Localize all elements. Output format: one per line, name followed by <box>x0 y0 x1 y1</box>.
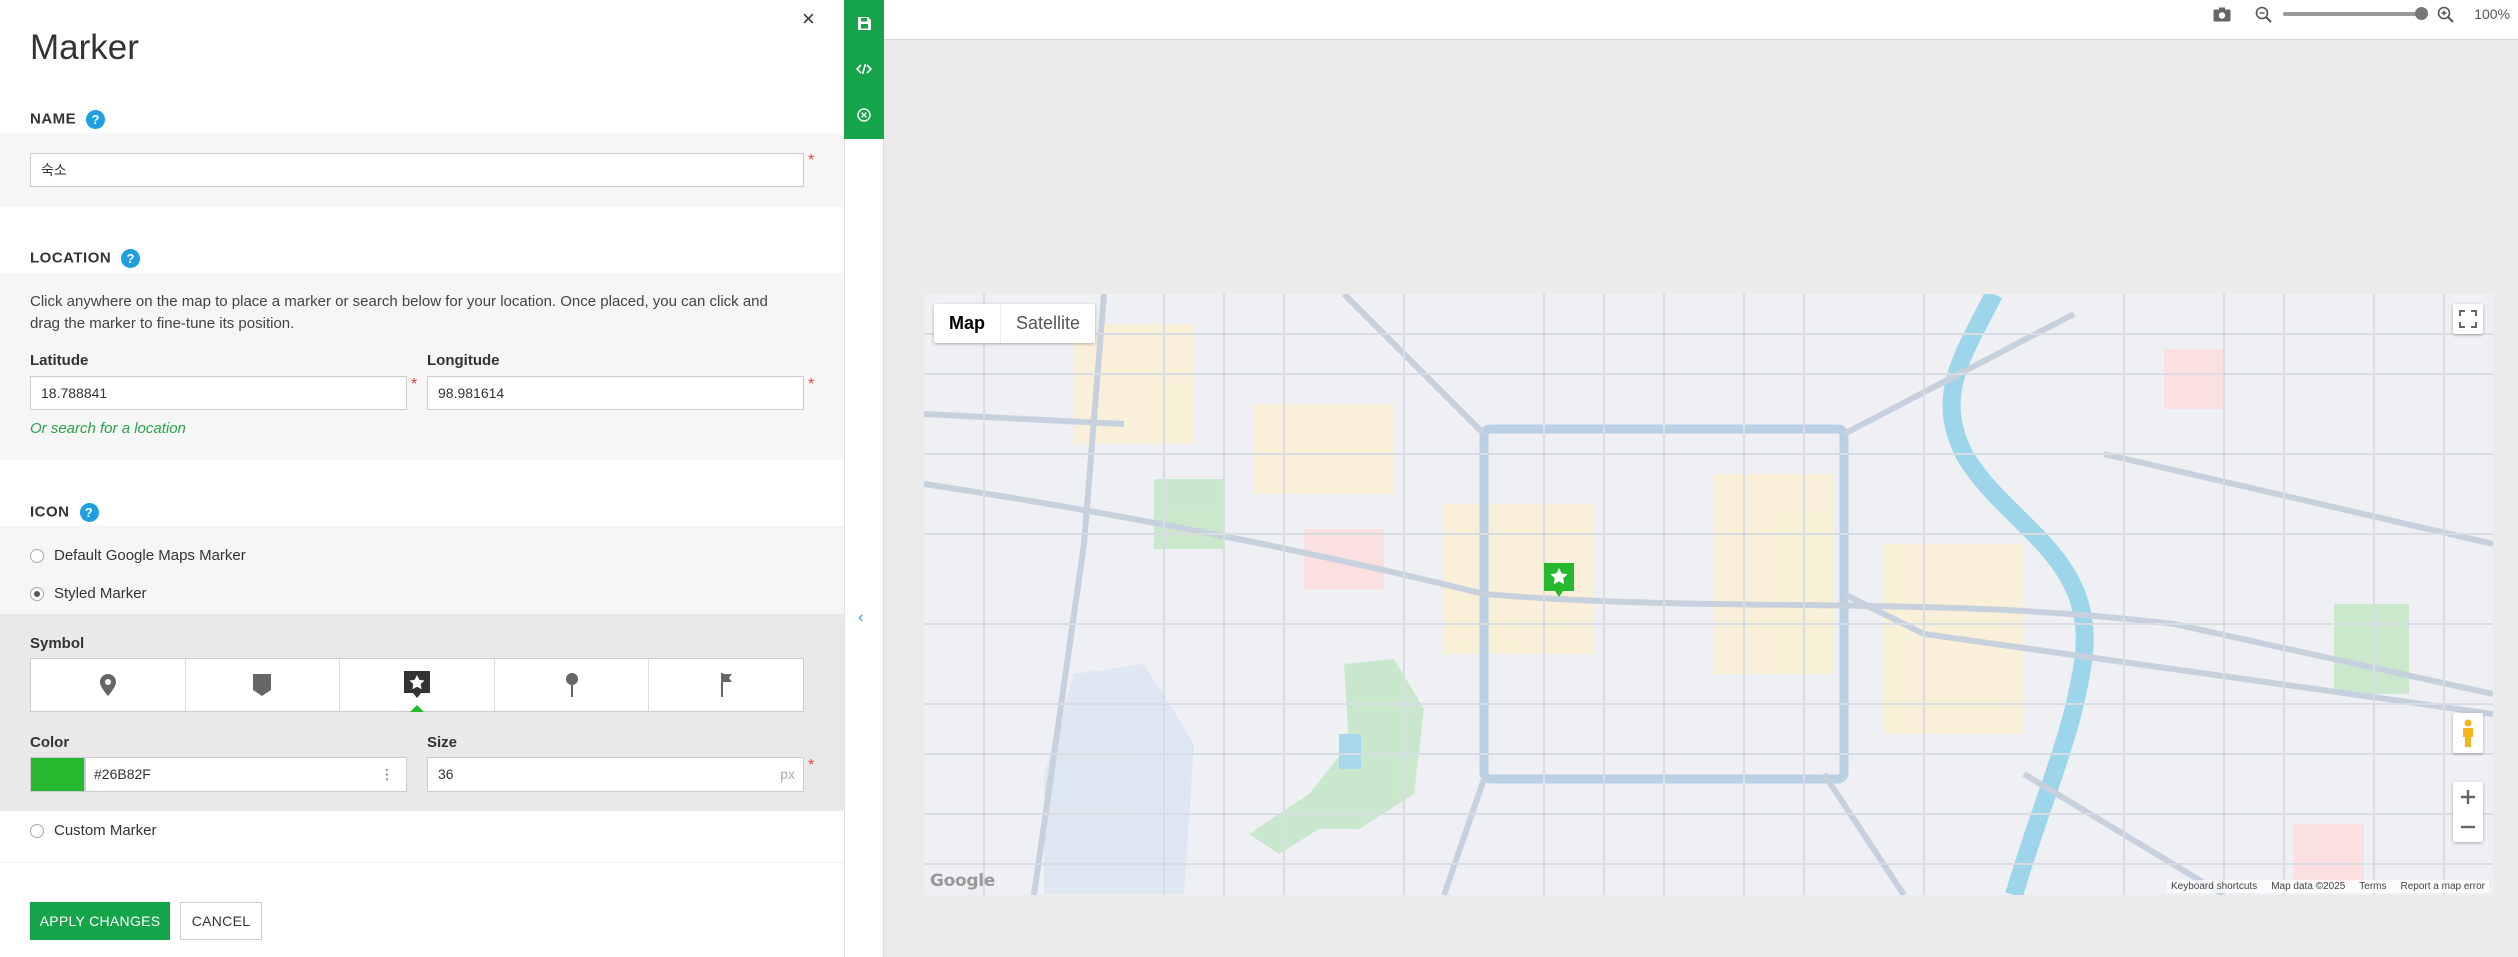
fullscreen-icon <box>2459 310 2477 328</box>
collapse-panel-bar[interactable]: ‹ <box>844 139 884 957</box>
latitude-input[interactable]: 18.788841 <box>30 376 407 410</box>
icon-section-label: ICON? <box>30 503 99 522</box>
required-marker: * <box>808 152 815 169</box>
terms-link[interactable]: Terms <box>2359 881 2386 892</box>
map-attribution: Keyboard shortcuts Map data ©2025 Terms … <box>2167 880 2489 893</box>
symbol-option[interactable] <box>649 659 803 711</box>
report-map-error-link[interactable]: Report a map error <box>2401 881 2485 892</box>
code-button[interactable] <box>844 46 884 92</box>
radio-styled-marker[interactable]: Styled Marker <box>30 585 147 602</box>
map-type-satellite-button[interactable]: Satellite <box>1000 304 1095 343</box>
radio-default-marker[interactable]: Default Google Maps Marker <box>30 547 246 564</box>
radio-button[interactable] <box>30 587 44 602</box>
shield-marker-icon <box>253 674 272 696</box>
longitude-input[interactable]: 98.981614 <box>427 376 804 410</box>
location-label: LOCATION <box>30 249 112 267</box>
map-type-map-button[interactable]: Map <box>934 304 1000 343</box>
radio-label: Default Google Maps Marker <box>54 547 246 564</box>
chevron-left-icon[interactable]: ‹ <box>858 609 863 627</box>
code-icon <box>856 63 872 75</box>
size-label: Size <box>427 734 458 751</box>
longitude-label: Longitude <box>427 352 500 369</box>
marker-panel: Marker × NAME? 숙소 * LOCATION? Click anyw… <box>0 0 844 957</box>
close-circle-icon <box>857 108 871 122</box>
radio-button[interactable] <box>30 824 44 839</box>
preview-topbar: 100% <box>884 0 2518 40</box>
close-icon[interactable]: × <box>802 6 815 32</box>
color-label: Color <box>30 734 70 751</box>
side-toolbar <box>844 0 884 139</box>
map-zoom-out-button[interactable] <box>2460 812 2476 842</box>
flag-icon <box>721 673 733 697</box>
name-input[interactable]: 숙소 <box>30 153 804 187</box>
keyboard-shortcuts-link[interactable]: Keyboard shortcuts <box>2171 881 2257 892</box>
radio-custom-marker[interactable]: Custom Marker <box>30 822 157 839</box>
plus-icon <box>2461 790 2475 804</box>
symbol-option-selected[interactable] <box>340 659 495 712</box>
symbol-option[interactable] <box>495 659 650 711</box>
zoom-slider-fill <box>2283 12 2422 16</box>
map-pin-icon <box>99 674 116 696</box>
pegman-icon <box>2463 719 2473 747</box>
minus-icon <box>2461 825 2475 829</box>
icon-label: ICON <box>30 503 70 521</box>
google-logo: Google <box>930 871 996 891</box>
map-data-label: Map data ©2025 <box>2271 881 2346 892</box>
symbol-label: Symbol <box>30 635 85 652</box>
map-marker[interactable] <box>1544 563 1574 598</box>
size-unit: px <box>780 766 795 782</box>
help-icon[interactable]: ? <box>79 503 99 522</box>
search-location-link[interactable]: Or search for a location <box>30 420 186 437</box>
symbol-option[interactable] <box>31 659 186 711</box>
color-swatch[interactable] <box>30 757 85 792</box>
page-title: Marker <box>30 28 139 67</box>
zoom-in-icon[interactable] <box>2437 6 2454 23</box>
star-square-icon <box>403 671 430 698</box>
street-view-pegman[interactable] <box>2453 713 2483 753</box>
map-zoom-in-button[interactable] <box>2460 782 2476 812</box>
radio-label: Custom Marker <box>54 822 157 839</box>
size-input[interactable]: 36 px <box>427 757 804 792</box>
map-view[interactable]: Map Satellite Google Keyboard shortcuts … <box>924 294 2493 895</box>
help-icon[interactable]: ? <box>86 110 106 129</box>
map-type-control: Map Satellite <box>934 304 1096 343</box>
color-value: #26B82F <box>94 766 151 782</box>
required-marker: * <box>808 757 815 774</box>
save-button[interactable] <box>844 0 884 46</box>
symbol-option[interactable] <box>186 659 341 711</box>
radio-button[interactable] <box>30 549 44 564</box>
close-marker-button[interactable] <box>844 92 884 138</box>
required-marker: * <box>808 376 815 393</box>
location-section-label: LOCATION? <box>30 249 141 268</box>
divider <box>0 862 844 863</box>
location-description: Click anywhere on the map to place a mar… <box>30 293 768 332</box>
latitude-label: Latitude <box>30 352 89 369</box>
zoom-slider[interactable] <box>2283 7 2429 20</box>
size-value: 36 <box>438 766 454 782</box>
map-tiles[interactable] <box>924 294 2493 895</box>
zoom-slider-thumb[interactable] <box>2415 7 2429 20</box>
zoom-out-icon[interactable] <box>2255 6 2272 23</box>
zoom-level: 100% <box>2474 6 2510 22</box>
apply-changes-button[interactable]: APPLY CHANGES <box>30 902 170 940</box>
symbol-picker <box>30 658 804 712</box>
color-menu-icon[interactable]: ⋮ <box>380 758 394 790</box>
save-icon <box>857 16 871 30</box>
zoom-control <box>2453 782 2483 842</box>
help-icon[interactable]: ? <box>121 249 141 268</box>
color-input[interactable]: #26B82F ⋮ <box>85 757 407 792</box>
cancel-button[interactable]: CANCEL <box>180 902 262 940</box>
name-label: NAME <box>30 110 77 128</box>
radio-label: Styled Marker <box>54 585 147 602</box>
round-pin-icon <box>565 673 578 697</box>
fullscreen-button[interactable] <box>2453 304 2483 334</box>
screenshot-icon[interactable] <box>2213 7 2231 22</box>
name-section-label: NAME? <box>30 110 106 129</box>
required-marker: * <box>411 376 418 393</box>
